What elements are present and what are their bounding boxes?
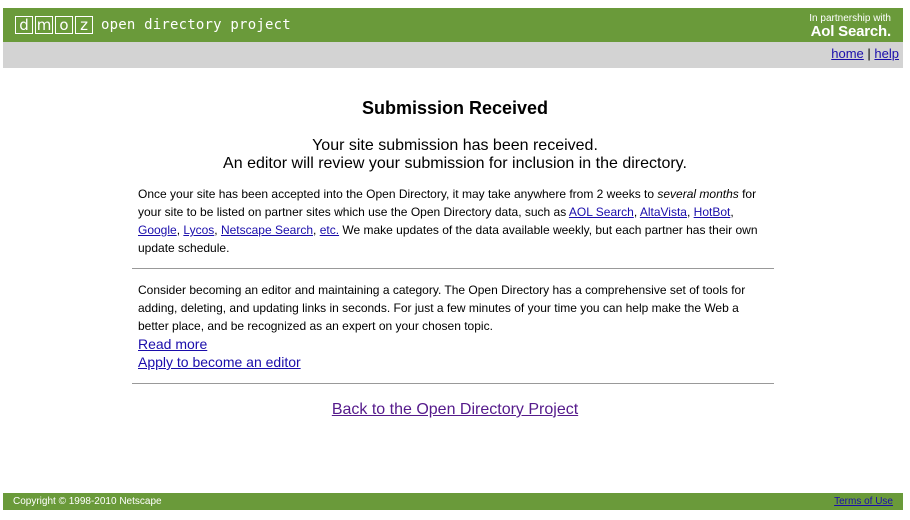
read-more-row: Read more — [138, 335, 772, 353]
editor-section: Consider becoming an editor and maintain… — [138, 281, 772, 371]
partner-link-etc[interactable]: etc. — [320, 223, 339, 237]
back-to-odp-link[interactable]: Back to the Open Directory Project — [332, 401, 578, 418]
listing-info-emphasis: several months — [657, 187, 739, 201]
logo-letter-o: o — [55, 16, 73, 34]
partner-link-aol-search[interactable]: AOL Search — [569, 205, 634, 219]
apply-editor-link[interactable]: Apply to become an editor — [138, 354, 301, 370]
listing-info-paragraph: Once your site has been accepted into th… — [138, 187, 758, 255]
back-row: Back to the Open Directory Project — [0, 401, 910, 419]
terms-row: Terms of Use — [834, 496, 893, 507]
aol-partner-logo[interactable]: In partnership with Aol Search. — [809, 13, 891, 40]
editor-paragraph: Consider becoming an editor and maintain… — [138, 283, 746, 333]
confirmation-line-1: Your site submission has been received. — [312, 137, 598, 154]
divider-1 — [132, 268, 774, 269]
help-link[interactable]: help — [874, 46, 899, 61]
site-footer: Copyright © 1998-2010 Netscape Terms of … — [3, 493, 903, 510]
logo-letter-z: z — [75, 16, 93, 34]
confirmation-line-2: An editor will review your submission fo… — [223, 155, 687, 172]
logo-tagline: open directory project — [101, 17, 291, 33]
nav-bar: home | help — [3, 42, 903, 68]
partner-link-netscape-search[interactable]: Netscape Search — [221, 223, 313, 237]
partner-link-hotbot[interactable]: HotBot — [694, 205, 731, 219]
copyright-text: Copyright © 1998-2010 Netscape — [13, 496, 162, 507]
nav-links: home | help — [831, 46, 899, 61]
terms-of-use-link[interactable]: Terms of Use — [834, 496, 893, 507]
confirmation-message: Your site submission has been received. … — [138, 137, 772, 173]
partner-link-altavista[interactable]: AltaVista — [640, 205, 687, 219]
dmoz-logo[interactable]: d m o z open directory project — [15, 16, 291, 34]
main-content: Submission Received Your site submission… — [138, 98, 772, 257]
home-link[interactable]: home — [831, 46, 864, 61]
apply-row: Apply to become an editor — [138, 353, 772, 371]
partner-brand: Aol Search. — [810, 23, 892, 40]
site-header: d m o z open directory project In partne… — [3, 8, 903, 42]
logo-letter-m: m — [35, 16, 53, 34]
nav-separator: | — [867, 46, 871, 61]
logo-letter-d: d — [15, 16, 33, 34]
partner-link-google[interactable]: Google — [138, 223, 177, 237]
divider-2 — [132, 383, 774, 384]
page-title: Submission Received — [361, 98, 549, 118]
partner-link-lycos[interactable]: Lycos — [183, 223, 214, 237]
read-more-link[interactable]: Read more — [138, 336, 207, 352]
listing-info-text-a: Once your site has been accepted into th… — [138, 187, 658, 201]
